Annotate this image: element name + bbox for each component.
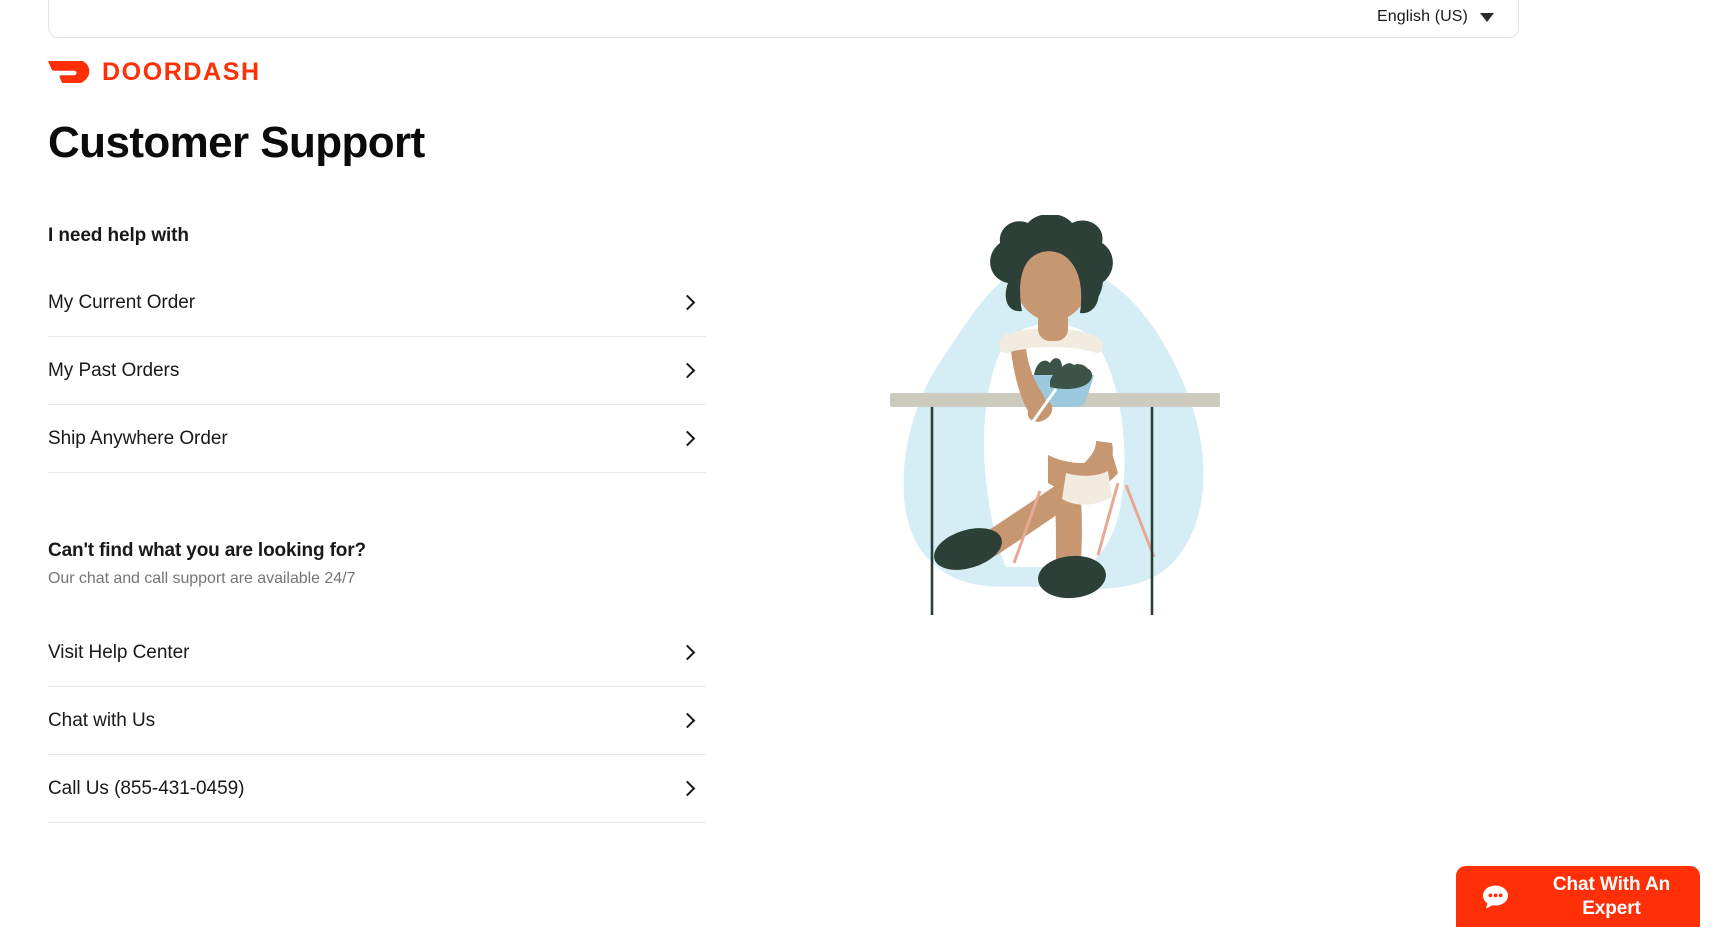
contact-section-heading: Can't find what you are looking for? — [48, 540, 366, 561]
list-item-my-current-order[interactable]: My Current Order — [48, 269, 706, 337]
chevron-down-icon — [1480, 12, 1494, 22]
list-item-label: Visit Help Center — [48, 641, 190, 663]
contact-section: Can't find what you are looking for? Our… — [48, 538, 706, 823]
chat-with-an-expert-button[interactable]: Chat With An Expert — [1456, 866, 1700, 927]
chevron-right-icon — [679, 712, 696, 729]
language-bar-card: English (US) — [48, 0, 1519, 38]
chevron-right-icon — [679, 362, 696, 379]
chat-fab-label: Chat With An Expert — [1552, 873, 1671, 919]
contact-section-subtitle: Our chat and call support are available … — [48, 570, 356, 587]
list-item-label: Chat with Us — [48, 709, 156, 731]
woman-eating-salad-at-table-illustration — [890, 215, 1220, 615]
list-item-ship-anywhere-order[interactable]: Ship Anywhere Order — [48, 405, 706, 473]
chevron-right-icon — [679, 430, 696, 447]
doordash-wordmark: DOORDASH — [102, 58, 261, 86]
chevron-right-icon — [679, 780, 696, 797]
list-item-label: My Current Order — [48, 291, 196, 313]
list-item-my-past-orders[interactable]: My Past Orders — [48, 337, 706, 405]
list-item-visit-help-center[interactable]: Visit Help Center — [48, 619, 706, 687]
help-section-heading: I need help with — [48, 225, 189, 246]
support-options-column: I need help with My Current Order My Pas… — [48, 224, 706, 823]
contact-options-list: Visit Help Center Chat with Us Call Us (… — [48, 619, 706, 823]
language-selector-label: English (US) — [1376, 8, 1468, 25]
list-item-label: Call Us (855-431-0459) — [48, 777, 245, 799]
chevron-right-icon — [679, 644, 696, 661]
help-options-list: My Current Order My Past Orders Ship Any… — [48, 269, 706, 473]
list-item-call-us[interactable]: Call Us (855-431-0459) — [48, 755, 706, 823]
chat-bubble-icon — [1483, 885, 1508, 909]
language-selector[interactable]: English (US) — [1377, 7, 1494, 27]
list-item-chat-with-us[interactable]: Chat with Us — [48, 687, 706, 755]
page-title: Customer Support — [48, 118, 425, 167]
list-item-label: My Past Orders — [48, 359, 180, 381]
chevron-right-icon — [679, 294, 696, 311]
doordash-logo[interactable]: DOORDASH — [48, 59, 261, 85]
doordash-swoosh-icon — [48, 61, 90, 83]
customer-support-page: English (US) DOORDASH Customer Support I… — [0, 0, 1717, 930]
list-item-label: Ship Anywhere Order — [48, 427, 228, 449]
